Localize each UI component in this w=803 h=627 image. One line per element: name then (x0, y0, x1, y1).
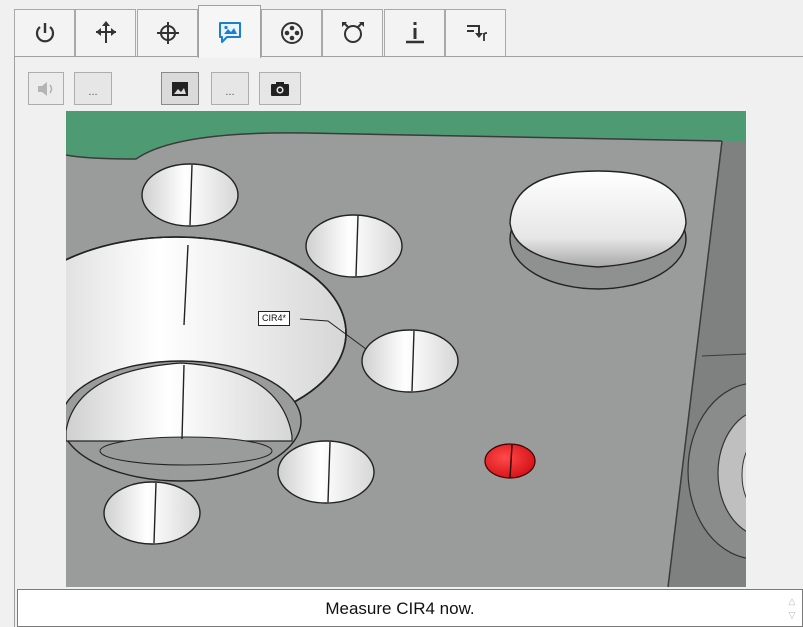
tab-strip (0, 0, 803, 58)
step-arrow-icon (466, 25, 487, 41)
sound-more-label: ... (88, 85, 98, 98)
crosshair-icon (156, 22, 179, 44)
power-icon (35, 23, 54, 43)
status-message: Measure CIR4 now. (325, 599, 475, 618)
loop-icon (341, 22, 364, 43)
scroll-up-icon[interactable]: △ (789, 596, 796, 606)
tab-probe-target[interactable] (261, 9, 322, 56)
tab-loop[interactable] (322, 9, 383, 56)
tab-image-message[interactable] (198, 5, 261, 58)
tab-move[interactable] (75, 9, 136, 56)
move-arrows-icon (95, 21, 116, 43)
part-image (66, 111, 746, 587)
speaker-icon (38, 81, 53, 96)
picture-icon (172, 81, 188, 96)
part-image-viewport[interactable]: CIR4* (66, 111, 746, 587)
status-message-box: Measure CIR4 now. △ ▽ (17, 589, 803, 627)
status-scrollbar[interactable]: △ ▽ (782, 590, 802, 626)
probe-target-icon (280, 22, 303, 44)
show-image-button[interactable] (161, 72, 199, 105)
tab-info[interactable] (384, 9, 445, 56)
tab-crosshair[interactable] (137, 9, 198, 56)
feature-tag-text: CIR4* (262, 313, 287, 323)
image-message-icon (218, 22, 241, 43)
tab-power[interactable] (14, 9, 75, 56)
sound-more-button[interactable]: ... (74, 72, 112, 105)
tab-step[interactable] (445, 9, 506, 56)
info-icon (405, 22, 424, 44)
camera-icon (271, 81, 289, 96)
capture-button[interactable] (259, 72, 301, 105)
image-more-button[interactable]: ... (211, 72, 249, 105)
feature-tag-label: CIR4* (258, 311, 291, 326)
sound-button[interactable] (28, 72, 64, 105)
image-more-label: ... (225, 85, 235, 98)
scroll-down-icon[interactable]: ▽ (789, 610, 796, 620)
